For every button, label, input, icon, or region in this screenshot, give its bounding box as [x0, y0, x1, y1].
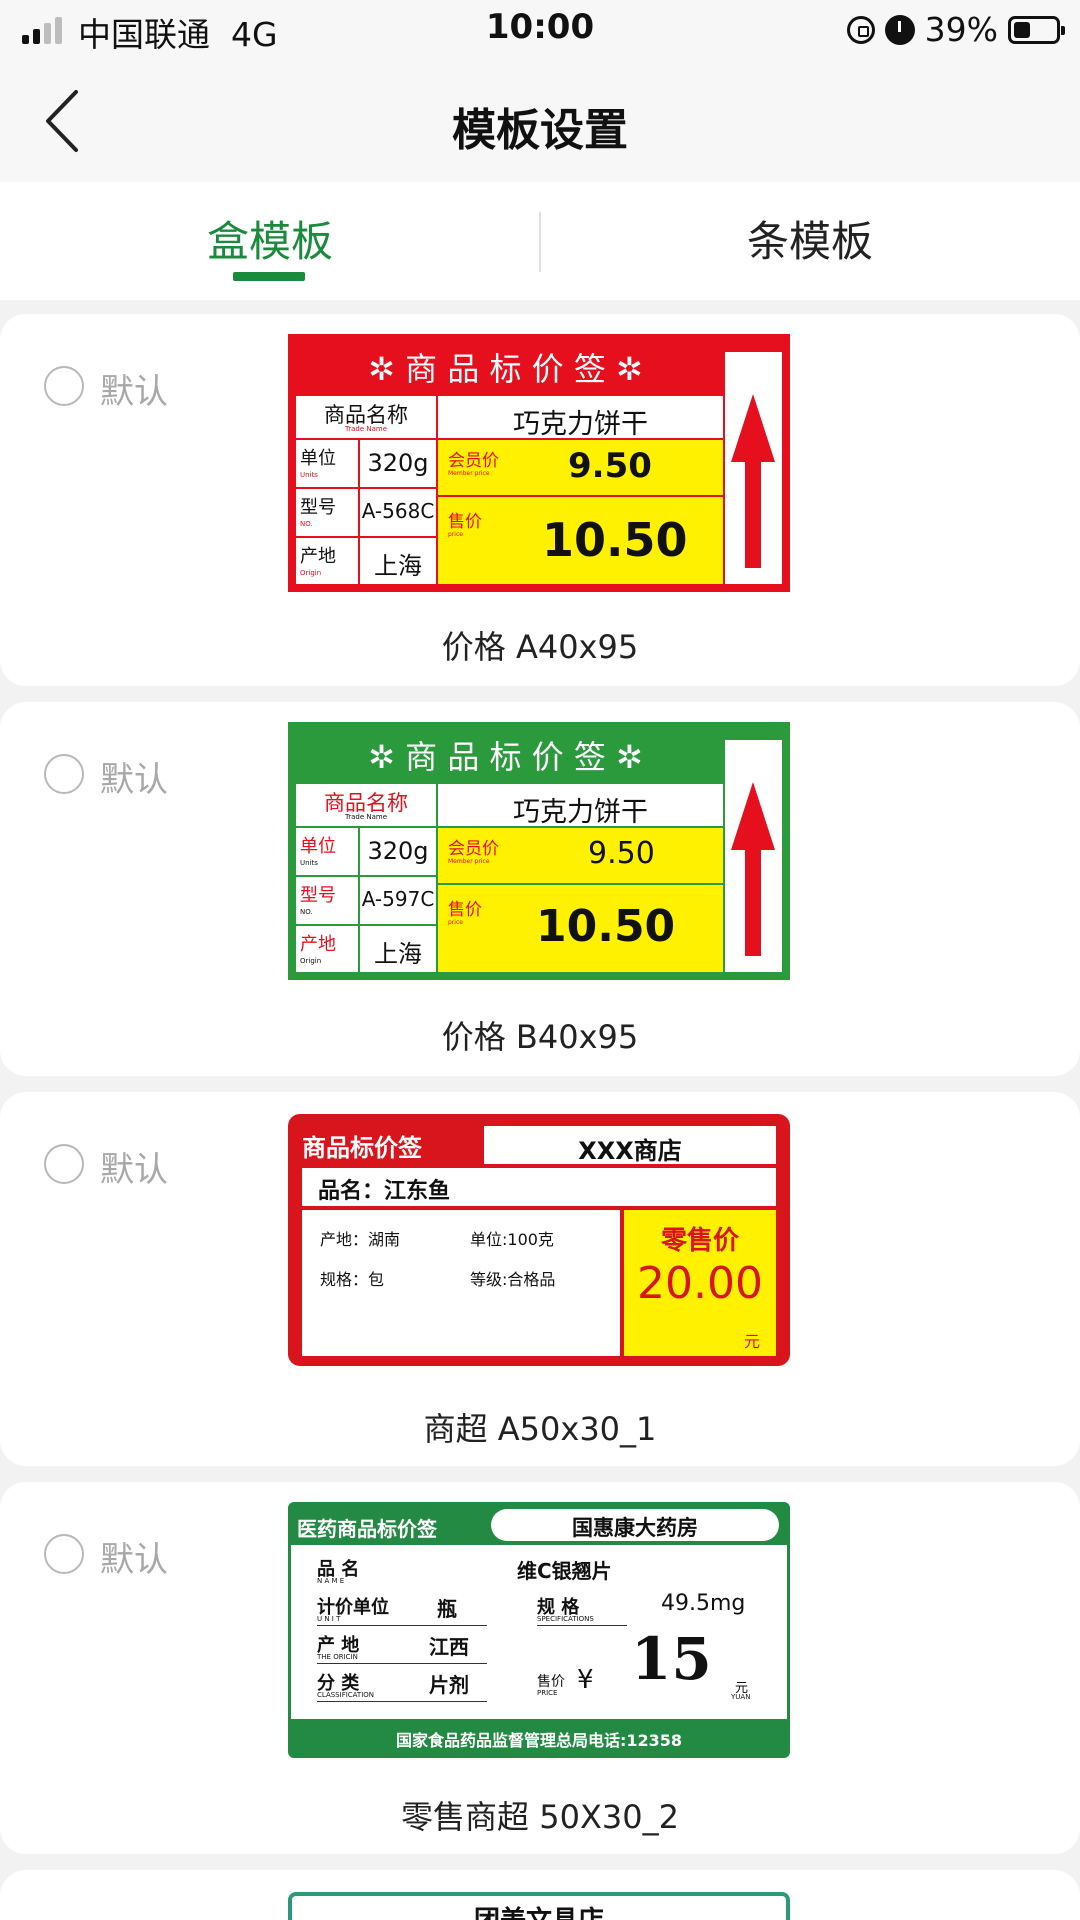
label-header: ✲ 商 品 标 价 签 ✲	[368, 350, 643, 388]
rotation-lock-icon	[846, 15, 875, 44]
template-name: 价格 A40x95	[441, 628, 639, 666]
template-preview[interactable]: 商品标价签 XXX商店 品名：江东鱼 产地：湖南 单位:100克 规格：包 等级…	[288, 1114, 790, 1366]
default-label: 默认	[100, 760, 168, 800]
tab-box-template[interactable]: 盒模板	[0, 208, 540, 269]
label-member-price: 会员价 Member price 9.50	[438, 440, 723, 495]
template-preview[interactable]: 医药商品标价签 国惠康大药房 品 名 N A M E 维C银翘片 计价单位 U …	[288, 1502, 790, 1758]
up-arrow-icon	[731, 394, 775, 568]
template-preview[interactable]: ✲ 商 品 标 价 签 ✲ 商品名称 Trade Name 巧克力饼干 单位 U…	[288, 722, 790, 980]
template-card[interactable]: 默认 ✲ 商 品 标 价 签 ✲ 商品名称 Trade Name 巧克力饼干 单…	[0, 314, 1080, 686]
active-tab-indicator	[233, 272, 305, 281]
tab-strip-template[interactable]: 条模板	[540, 208, 1080, 269]
alarm-icon	[884, 14, 915, 45]
template-card[interactable]: 默认 医药商品标价签 国惠康大药房 品 名 N A M E 维C银翘片 计价单位…	[0, 1482, 1080, 1854]
default-label: 默认	[100, 1150, 168, 1190]
battery-icon	[1008, 15, 1065, 44]
default-label: 默认	[100, 372, 168, 412]
label-product-cell: 巧克力饼干	[438, 396, 723, 440]
battery-percent: 39%	[924, 10, 998, 49]
label-price: 售价 price 10.50	[438, 497, 723, 584]
template-preview[interactable]: ✲ 商 品 标 价 签 ✲ 商品名称 Trade Name 巧克力饼干 单位 U…	[288, 334, 790, 592]
template-name: 商超 A50x30_1	[423, 1410, 657, 1448]
template-preview[interactable]: 团美文具店	[288, 1892, 790, 1920]
default-radio[interactable]	[44, 1534, 84, 1574]
default-label: 默认	[100, 1540, 168, 1580]
template-name: 零售商超 50X30_2	[401, 1798, 679, 1836]
default-radio[interactable]	[44, 1144, 84, 1184]
default-radio[interactable]	[44, 366, 84, 406]
label-name-cell: 商品名称 Trade Name	[296, 396, 436, 438]
template-card[interactable]: 默认 商品标价签 XXX商店 品名：江东鱼 产地：湖南 单位:100克 规格：包…	[0, 1092, 1080, 1466]
template-card[interactable]: 团美文具店	[0, 1870, 1080, 1920]
template-card[interactable]: 默认 ✲ 商 品 标 价 签 ✲ 商品名称 Trade Name 巧克力饼干 单…	[0, 702, 1080, 1076]
default-radio[interactable]	[44, 754, 84, 794]
status-bar: 中国联通 4G 10:00 39%	[0, 0, 1080, 60]
label-header: ✲ 商 品 标 价 签 ✲	[368, 738, 643, 776]
label-arrow-area	[725, 352, 782, 584]
navigation-bar: 模板设置	[0, 60, 1080, 182]
up-arrow-icon	[731, 782, 775, 956]
template-tabs: 盒模板 条模板	[0, 182, 1080, 300]
template-name: 价格 B40x95	[441, 1018, 639, 1056]
page-title: 模板设置	[452, 105, 628, 156]
